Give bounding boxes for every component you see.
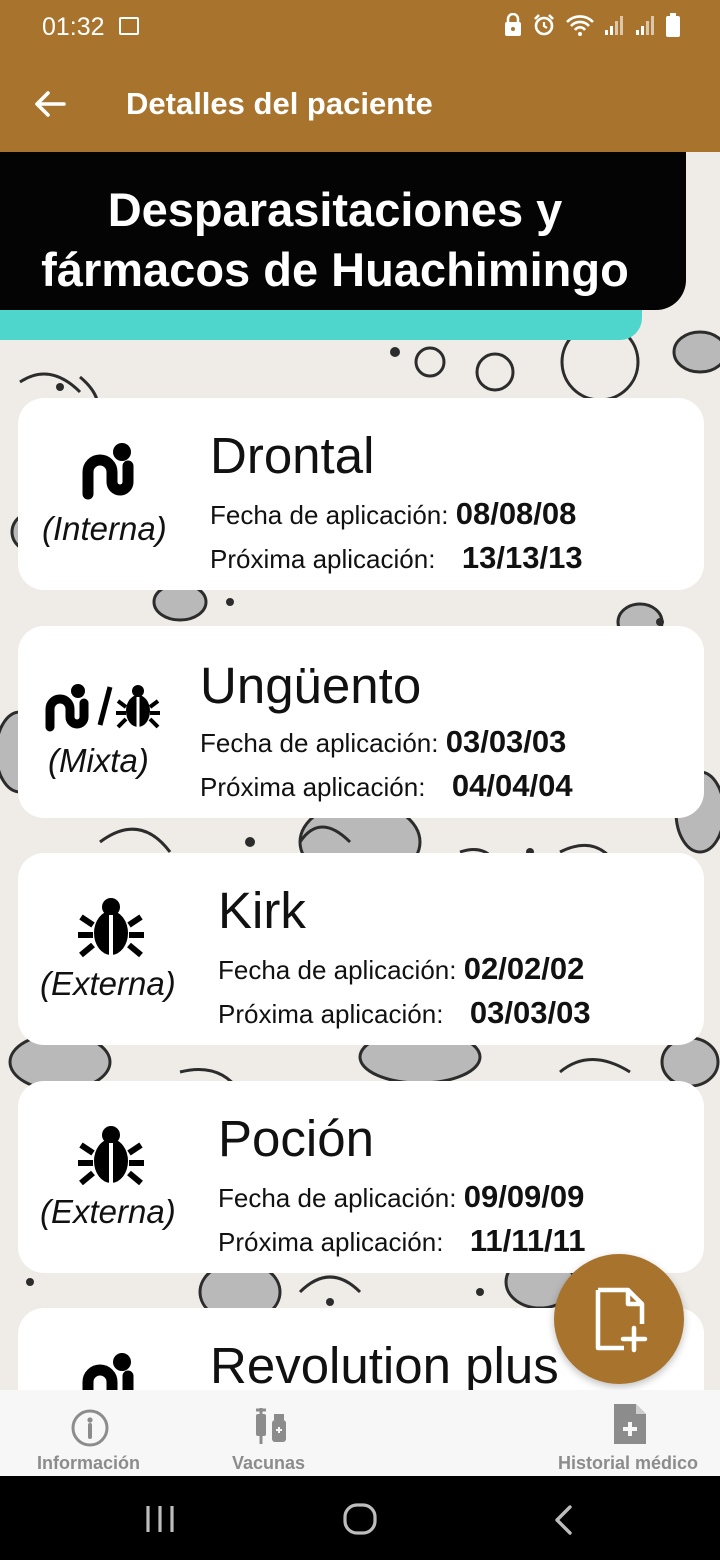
syringe-vial-icon (256, 1408, 286, 1444)
next-application-row: Próxima aplicación: 04/04/04 (200, 768, 573, 804)
bottom-navigation: Información Vacunas Historial médico (0, 1390, 720, 1476)
add-document-icon (595, 1287, 648, 1353)
section-title-line-2: fármacos de Huachimingo (41, 243, 629, 296)
next-application-value: 03/03/03 (469, 995, 591, 1030)
treatment-type: (Interna) (42, 510, 167, 547)
wifi-icon (565, 13, 595, 42)
nav-item-historial-medico[interactable]: Historial médico (556, 1390, 706, 1476)
next-application-label: Próxima aplicación: (210, 544, 436, 574)
signal-1-icon (604, 14, 626, 41)
next-application-label: Próxima aplicación: (218, 999, 444, 1029)
application-date-row: Fecha de aplicación: 03/03/03 (200, 724, 566, 760)
nav-label-informacion: Información (37, 1453, 141, 1473)
alarm-icon (532, 13, 556, 42)
next-application-row: Próxima aplicación: 11/11/11 (218, 1223, 585, 1259)
treatment-name: Drontal (210, 427, 375, 484)
system-navigation-bar (0, 1476, 720, 1560)
treatment-type: (Externa) (40, 965, 176, 1002)
application-date-row: Fecha de aplicación: 02/02/02 (218, 951, 584, 987)
section-header: Desparasitaciones y fármacos de Huachimi… (0, 152, 686, 310)
home-icon[interactable] (342, 1502, 378, 1536)
next-application-label: Próxima aplicación: (218, 1227, 444, 1257)
next-application-label: Próxima aplicación: (200, 772, 426, 802)
worm-and-bug-icon (45, 684, 160, 732)
info-icon (71, 1409, 109, 1447)
recent-apps-icon[interactable] (144, 1504, 176, 1534)
application-date-label: Fecha de aplicación: (200, 728, 439, 758)
treatment-name: Kirk (218, 882, 306, 939)
nav-item-vacunas[interactable]: Vacunas (210, 1390, 330, 1476)
app-bar: Detalles del paciente (0, 56, 720, 152)
application-date-label: Fecha de aplicación: (210, 500, 449, 530)
gallery-notification-icon (119, 17, 139, 35)
treatment-name: Poción (218, 1110, 374, 1167)
application-date-label: Fecha de aplicación: (218, 1183, 457, 1213)
medical-file-icon (614, 1404, 646, 1444)
next-application-value: 04/04/04 (451, 768, 573, 803)
bug-icon (78, 898, 144, 958)
application-date-value: 08/08/08 (455, 496, 577, 531)
treatment-card[interactable]: (Mixta) Ungüento Fecha de aplicación: 03… (18, 626, 704, 818)
add-record-button[interactable] (554, 1254, 684, 1384)
application-date-row: Fecha de aplicación: 08/08/08 (210, 496, 576, 532)
bug-icon (78, 1126, 144, 1186)
treatment-type: (Mixta) (48, 742, 149, 779)
next-application-value: 11/11/11 (469, 1223, 586, 1258)
section-title-line-1: Desparasitaciones y (107, 183, 563, 236)
treatment-type: (Externa) (40, 1193, 176, 1230)
next-application-row: Próxima aplicación: 13/13/13 (210, 540, 583, 576)
status-icons (503, 12, 680, 42)
back-button[interactable] (28, 82, 72, 126)
application-date-label: Fecha de aplicación: (218, 955, 457, 985)
treatment-card[interactable]: (Externa) Poción Fecha de aplicación: 09… (18, 1081, 704, 1273)
application-date-row: Fecha de aplicación: 09/09/09 (218, 1179, 584, 1215)
treatment-card[interactable]: (Interna) Drontal Fecha de aplicación: 0… (18, 398, 704, 590)
application-date-value: 02/02/02 (463, 951, 585, 986)
treatment-card[interactable]: (Externa) Kirk Fecha de aplicación: 02/0… (18, 853, 704, 1045)
back-nav-icon[interactable] (550, 1504, 578, 1536)
nav-label-historial-medico: Historial médico (558, 1453, 699, 1473)
next-application-value: 13/13/13 (461, 540, 583, 575)
nav-item-informacion[interactable]: Información (20, 1390, 160, 1476)
section-title: Desparasitaciones y fármacos de Huachimi… (0, 180, 670, 300)
worm-icon (82, 1353, 134, 1390)
status-time: 01:32 (42, 13, 105, 41)
battery-icon (666, 13, 680, 42)
worm-icon (82, 443, 134, 500)
application-date-value: 09/09/09 (463, 1179, 585, 1214)
signal-2-icon (635, 14, 657, 41)
lock-icon (503, 12, 523, 42)
nav-label-vacunas: Vacunas (232, 1453, 306, 1473)
next-application-row: Próxima aplicación: 03/03/03 (218, 995, 591, 1031)
status-bar: 01:32 (0, 0, 720, 56)
page-title: Detalles del paciente (126, 86, 433, 121)
arrow-left-icon (35, 91, 66, 117)
treatment-name: Revolution plus (210, 1337, 559, 1390)
treatment-name: Ungüento (200, 657, 422, 714)
application-date-value: 03/03/03 (445, 724, 567, 759)
